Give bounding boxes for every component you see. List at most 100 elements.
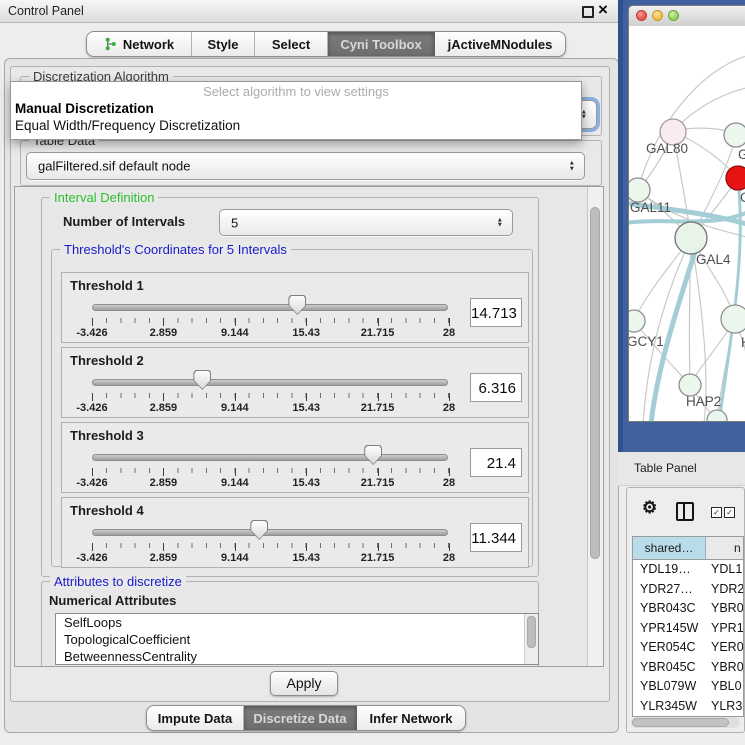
apply-button[interactable]: Apply <box>270 671 338 696</box>
tab-discretize-data[interactable]: Discretize Data <box>244 706 357 730</box>
table-cell[interactable]: YPR1 <box>705 619 743 639</box>
slider-major-tick <box>235 468 236 476</box>
number-of-intervals-label: Number of Intervals <box>63 214 185 229</box>
group-label: Threshold's Coordinates for 5 Intervals <box>60 242 291 257</box>
threshold-value-field[interactable]: 21.4 <box>470 448 522 477</box>
table-row[interactable]: YBR043CYBR0 <box>633 599 743 619</box>
threshold-value-field[interactable]: 11.344 <box>470 523 522 552</box>
slider-track[interactable] <box>92 379 448 386</box>
table-cell[interactable]: YDL19… <box>633 560 705 580</box>
settings-scrollbar-thumb[interactable] <box>590 207 600 559</box>
column-header-name[interactable]: n <box>706 537 743 559</box>
node-label: HAP2 <box>686 394 721 409</box>
popup-option-manual-discretization[interactable]: Manual Discretization <box>15 101 154 116</box>
slider-tick-label: -3.426 <box>76 477 107 489</box>
threshold-value-field[interactable]: 14.713 <box>470 298 522 327</box>
slider-thumb[interactable] <box>288 295 306 315</box>
column-header-shared-name[interactable]: shared… <box>633 537 706 559</box>
network-node-selected[interactable] <box>726 166 745 190</box>
float-window-icon[interactable] <box>582 6 594 18</box>
network-node[interactable] <box>629 310 645 332</box>
table-cell[interactable]: YDR2 <box>705 580 743 600</box>
close-icon[interactable]: × <box>598 0 608 21</box>
zoom-traffic-light-icon[interactable] <box>668 10 679 21</box>
combo-stepper-icon[interactable]: ▲▼ <box>497 217 503 228</box>
table-horizontal-scrollbar[interactable] <box>631 717 740 728</box>
column-layout-icon[interactable] <box>676 502 694 521</box>
slider-tick-label: 2.859 <box>150 552 178 564</box>
gear-icon[interactable]: ⚙ <box>642 498 657 518</box>
group-label: Attributes to discretize <box>50 574 186 589</box>
slider-major-tick <box>235 393 236 401</box>
slider-tick-label: 15.43 <box>292 477 320 489</box>
table-row[interactable]: YPR145WYPR1 <box>633 619 743 639</box>
slider-tick-label: 9.144 <box>221 327 249 339</box>
tab-infer-network[interactable]: Infer Network <box>357 706 465 730</box>
threshold-2-panel: Threshold 2 -3.4262.8599.14415.4321.7152… <box>61 347 529 418</box>
tab-jactivemnodules[interactable]: jActiveMNodules <box>435 32 565 56</box>
table-cell[interactable]: YBL079W <box>633 677 705 697</box>
checkbox-icon[interactable]: ✓ <box>724 507 735 518</box>
table-horizontal-scrollbar-thumb[interactable] <box>632 718 729 727</box>
settings-scrollbar[interactable] <box>587 187 603 666</box>
close-traffic-light-icon[interactable] <box>636 10 647 21</box>
slider-thumb[interactable] <box>364 445 382 465</box>
table-cell[interactable]: YER054C <box>633 638 705 658</box>
network-node[interactable] <box>724 123 745 147</box>
tab-network[interactable]: Network <box>87 32 192 56</box>
number-of-intervals-combobox[interactable]: 5 ▲▼ <box>219 209 513 236</box>
table-cell[interactable]: YLR345W <box>633 697 705 717</box>
tab-style[interactable]: Style <box>192 32 255 56</box>
table-data-combobox[interactable]: galFiltered.sif default node ▲▼ <box>26 152 585 180</box>
table-cell[interactable]: YBL0 <box>705 677 743 697</box>
tab-select[interactable]: Select <box>255 32 328 56</box>
slider-track[interactable] <box>92 529 448 536</box>
network-window-titlebar[interactable] <box>629 6 745 27</box>
table-cell[interactable]: YBR043C <box>633 599 705 619</box>
table-row[interactable]: YBL079WYBL0 <box>633 677 743 697</box>
list-item[interactable]: SelfLoops <box>56 614 538 631</box>
tab-label: Network <box>123 37 174 52</box>
slider-track[interactable] <box>92 304 448 311</box>
list-item[interactable]: BetweennessCentrality <box>56 648 538 665</box>
table-cell[interactable]: YBR045C <box>633 658 705 678</box>
table-row[interactable]: YLR345WYLR3 <box>633 697 743 717</box>
table-header-row: shared… n <box>633 537 743 560</box>
table-cell[interactable]: YBR0 <box>705 658 743 678</box>
slider-thumb[interactable] <box>250 520 268 540</box>
tab-label: Style <box>207 37 238 52</box>
minimize-traffic-light-icon[interactable] <box>652 10 663 21</box>
slider-track[interactable] <box>92 454 448 461</box>
network-node[interactable] <box>675 222 707 254</box>
table-row[interactable]: YDL19…YDL1 <box>633 560 743 580</box>
threshold-value-field[interactable]: 6.316 <box>470 373 522 402</box>
popup-option-equal-width-frequency[interactable]: Equal Width/Frequency Discretization <box>15 118 240 133</box>
tab-impute-data[interactable]: Impute Data <box>147 706 244 730</box>
slider-major-tick <box>378 468 379 476</box>
tab-cyni-toolbox[interactable]: Cyni Toolbox <box>328 32 435 56</box>
network-node[interactable] <box>629 178 650 202</box>
table-cell[interactable]: YPR145W <box>633 619 705 639</box>
tab-label: Select <box>272 37 310 52</box>
table-row[interactable]: YBR045CYBR0 <box>633 658 743 678</box>
list-scrollbar[interactable] <box>524 614 538 664</box>
table-row[interactable]: YER054CYER0 <box>633 638 743 658</box>
table-cell[interactable]: YDR27… <box>633 580 705 600</box>
table-row[interactable]: YDR27…YDR2 <box>633 580 743 600</box>
table-cell[interactable]: YDL1 <box>705 560 743 580</box>
slider-tick-scale: -3.4262.8599.14415.4321.71528 <box>92 543 449 563</box>
slider-minor-ticks <box>92 543 449 548</box>
network-node[interactable] <box>679 374 701 396</box>
network-canvas[interactable]: GAL80 GA GAL11 C GAL4 GCY1 H HAP2 <box>629 26 745 422</box>
checkbox-icon[interactable]: ✓ <box>711 507 722 518</box>
node-label: H <box>741 335 745 350</box>
numerical-attributes-list: SelfLoops TopologicalCoefficient Between… <box>55 613 539 665</box>
combo-stepper-icon[interactable]: ▲▼ <box>569 161 575 172</box>
table-cell[interactable]: YBR0 <box>705 599 743 619</box>
network-node[interactable] <box>721 305 745 333</box>
table-cell[interactable]: YER0 <box>705 638 743 658</box>
list-scrollbar-thumb[interactable] <box>527 616 536 648</box>
list-item[interactable]: TopologicalCoefficient <box>56 631 538 648</box>
slider-thumb[interactable] <box>193 370 211 390</box>
table-cell[interactable]: YLR3 <box>705 697 743 717</box>
